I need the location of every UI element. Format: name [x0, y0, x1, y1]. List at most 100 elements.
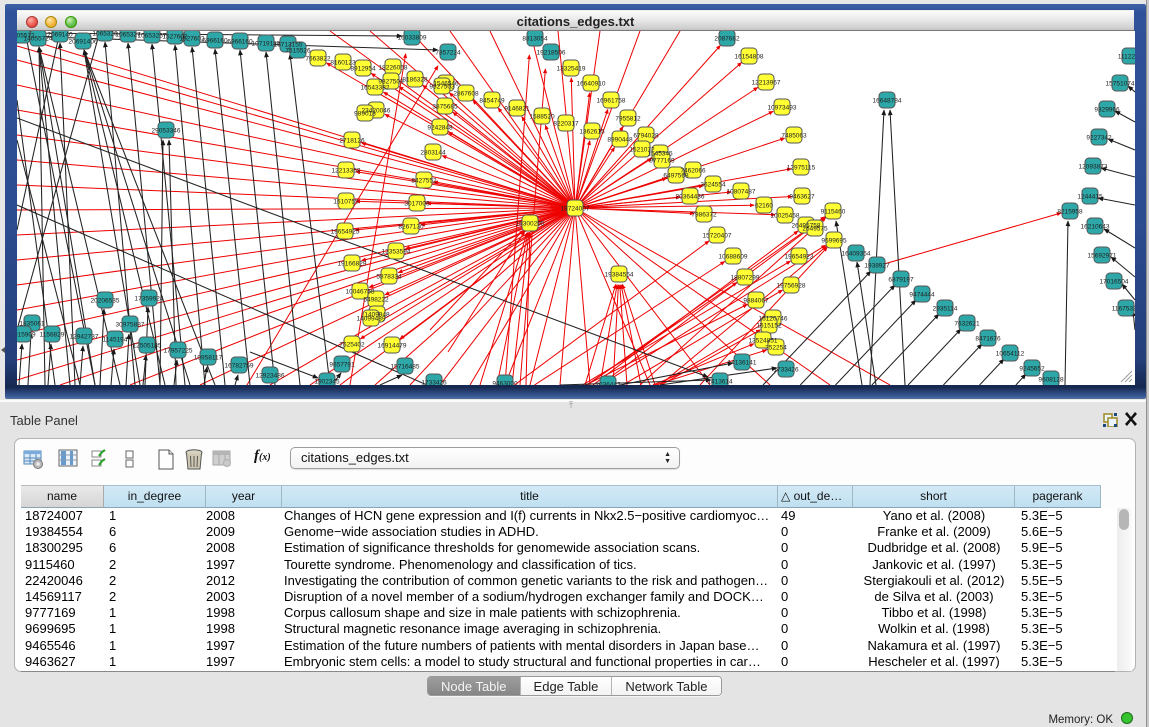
svg-text:5498222: 5498222	[363, 297, 389, 304]
svg-text:9227342: 9227342	[1086, 135, 1112, 142]
svg-text:252254: 252254	[765, 345, 787, 352]
svg-text:1413614: 1413614	[707, 379, 733, 386]
svg-text:1938927: 1938927	[864, 263, 890, 270]
svg-text:15720407: 15720407	[703, 233, 732, 240]
svg-text:1065326: 1065326	[92, 31, 118, 38]
svg-text:18724007: 18724007	[561, 206, 590, 213]
svg-text:12213967: 12213967	[752, 80, 781, 87]
svg-text:13524851: 13524851	[749, 338, 778, 345]
svg-text:9327503: 9327503	[429, 84, 455, 91]
svg-text:10654112: 10654112	[996, 351, 1025, 358]
svg-text:1244415: 1244415	[1077, 194, 1103, 201]
svg-text:20691406: 20691406	[69, 39, 98, 46]
svg-text:7632621: 7632621	[954, 321, 980, 328]
svg-text:20206535: 20206535	[91, 298, 120, 305]
svg-text:1733426: 1733426	[773, 367, 799, 374]
svg-text:2803144: 2803144	[420, 150, 446, 157]
svg-text:16033809: 16033809	[398, 35, 427, 42]
svg-text:18226058: 18226058	[379, 65, 408, 72]
svg-text:3017006: 3017006	[404, 201, 430, 208]
svg-text:11675330: 11675330	[1112, 306, 1135, 313]
svg-text:16648784: 16648784	[873, 98, 902, 105]
svg-text:62160: 62160	[755, 203, 773, 210]
svg-text:16961758: 16961758	[597, 98, 626, 105]
svg-text:2069140: 2069140	[47, 32, 73, 39]
svg-text:3915909: 3915909	[17, 332, 36, 339]
svg-text:12505185: 12505185	[133, 343, 162, 350]
svg-text:16210643: 16210643	[1081, 224, 1110, 231]
svg-text:17359924: 17359924	[135, 296, 164, 303]
svg-text:10807487: 10807487	[727, 189, 756, 196]
svg-text:2935114: 2935114	[933, 306, 958, 313]
svg-text:9242848: 9242848	[427, 125, 453, 132]
svg-text:7986372: 7986372	[691, 212, 717, 219]
svg-text:9463627: 9463627	[789, 194, 815, 201]
svg-text:1902345: 1902345	[314, 379, 340, 386]
svg-text:18807299: 18807299	[731, 275, 760, 282]
svg-text:12093873: 12093873	[1079, 164, 1108, 171]
svg-text:16543382: 16543382	[361, 85, 390, 92]
svg-text:9245652: 9245652	[1019, 366, 1045, 373]
svg-text:14099489: 14099489	[357, 316, 386, 323]
svg-text:8186328: 8186328	[402, 77, 428, 84]
svg-text:17957225: 17957225	[164, 348, 193, 355]
svg-text:15692971: 15692971	[1088, 253, 1117, 260]
svg-text:9777169: 9777169	[649, 158, 675, 165]
svg-text:20364436: 20364436	[676, 194, 705, 201]
svg-text:15716485: 15716485	[391, 364, 420, 371]
svg-text:8427552: 8427552	[411, 178, 437, 185]
svg-text:7663822: 7663822	[305, 56, 331, 63]
svg-text:10025458: 10025458	[771, 213, 800, 220]
svg-text:10958117: 10958117	[194, 355, 223, 362]
svg-text:10046768: 10046768	[346, 289, 375, 296]
svg-text:9329966: 9329966	[1094, 107, 1120, 114]
svg-text:9884067: 9884067	[743, 298, 769, 305]
svg-text:15751074: 15751074	[1106, 81, 1135, 88]
svg-text:1615152: 1615152	[756, 323, 782, 330]
svg-text:1545345: 1545345	[647, 151, 673, 158]
svg-text:9608128: 9608128	[1038, 377, 1064, 384]
svg-text:2867608: 2867608	[453, 91, 479, 98]
svg-text:1588520: 1588520	[529, 114, 555, 121]
svg-text:8220317: 8220317	[553, 121, 579, 128]
svg-text:12213369: 12213369	[332, 168, 361, 175]
svg-text:12353594: 12353594	[382, 249, 411, 256]
svg-text:10973493: 10973493	[768, 105, 797, 112]
svg-text:6966160: 6966160	[227, 39, 253, 46]
svg-text:6794028: 6794028	[633, 133, 659, 140]
svg-text:7515526: 7515526	[285, 48, 311, 55]
svg-text:12975115: 12975115	[787, 165, 816, 172]
svg-text:2087682: 2087682	[714, 36, 740, 43]
svg-text:8912954: 8912954	[350, 66, 376, 73]
svg-text:9699695: 9699695	[821, 238, 847, 245]
svg-text:19166829: 19166829	[338, 261, 367, 268]
svg-text:16154808: 16154808	[735, 54, 764, 61]
svg-text:1112233: 1112233	[1118, 54, 1135, 61]
svg-text:8454749: 8454749	[479, 98, 505, 105]
svg-text:19654923: 19654923	[785, 254, 814, 261]
svg-text:8471676: 8471676	[975, 336, 1001, 343]
svg-text:1145194: 1145194	[103, 337, 128, 344]
svg-text:8990448: 8990448	[607, 137, 633, 144]
svg-text:6966160: 6966160	[202, 38, 228, 45]
svg-text:16120746: 16120746	[759, 316, 788, 323]
svg-text:9463000: 9463000	[492, 381, 518, 386]
svg-text:16782759: 16782759	[225, 363, 254, 370]
svg-text:2649575: 2649575	[802, 226, 828, 233]
svg-text:1156829: 1156829	[40, 332, 65, 339]
svg-text:1362615: 1362615	[579, 129, 605, 136]
svg-text:19384554: 19384554	[605, 272, 634, 279]
svg-text:9146821: 9146821	[504, 106, 530, 113]
svg-text:5878334: 5878334	[376, 274, 402, 281]
svg-text:12942737: 12942737	[70, 334, 99, 341]
svg-text:1610755: 1610755	[333, 199, 359, 206]
svg-text:30975887: 30975887	[116, 322, 145, 329]
svg-text:7625402: 7625402	[339, 342, 365, 349]
svg-text:1733426: 1733426	[421, 380, 447, 386]
svg-text:7462066: 7462066	[680, 168, 706, 175]
svg-text:989013: 989013	[354, 111, 376, 118]
svg-text:3624554: 3624554	[700, 182, 726, 189]
svg-text:12923486: 12923486	[256, 373, 285, 380]
svg-text:10688609: 10688609	[719, 254, 748, 261]
svg-text:18300295: 18300295	[516, 221, 545, 228]
